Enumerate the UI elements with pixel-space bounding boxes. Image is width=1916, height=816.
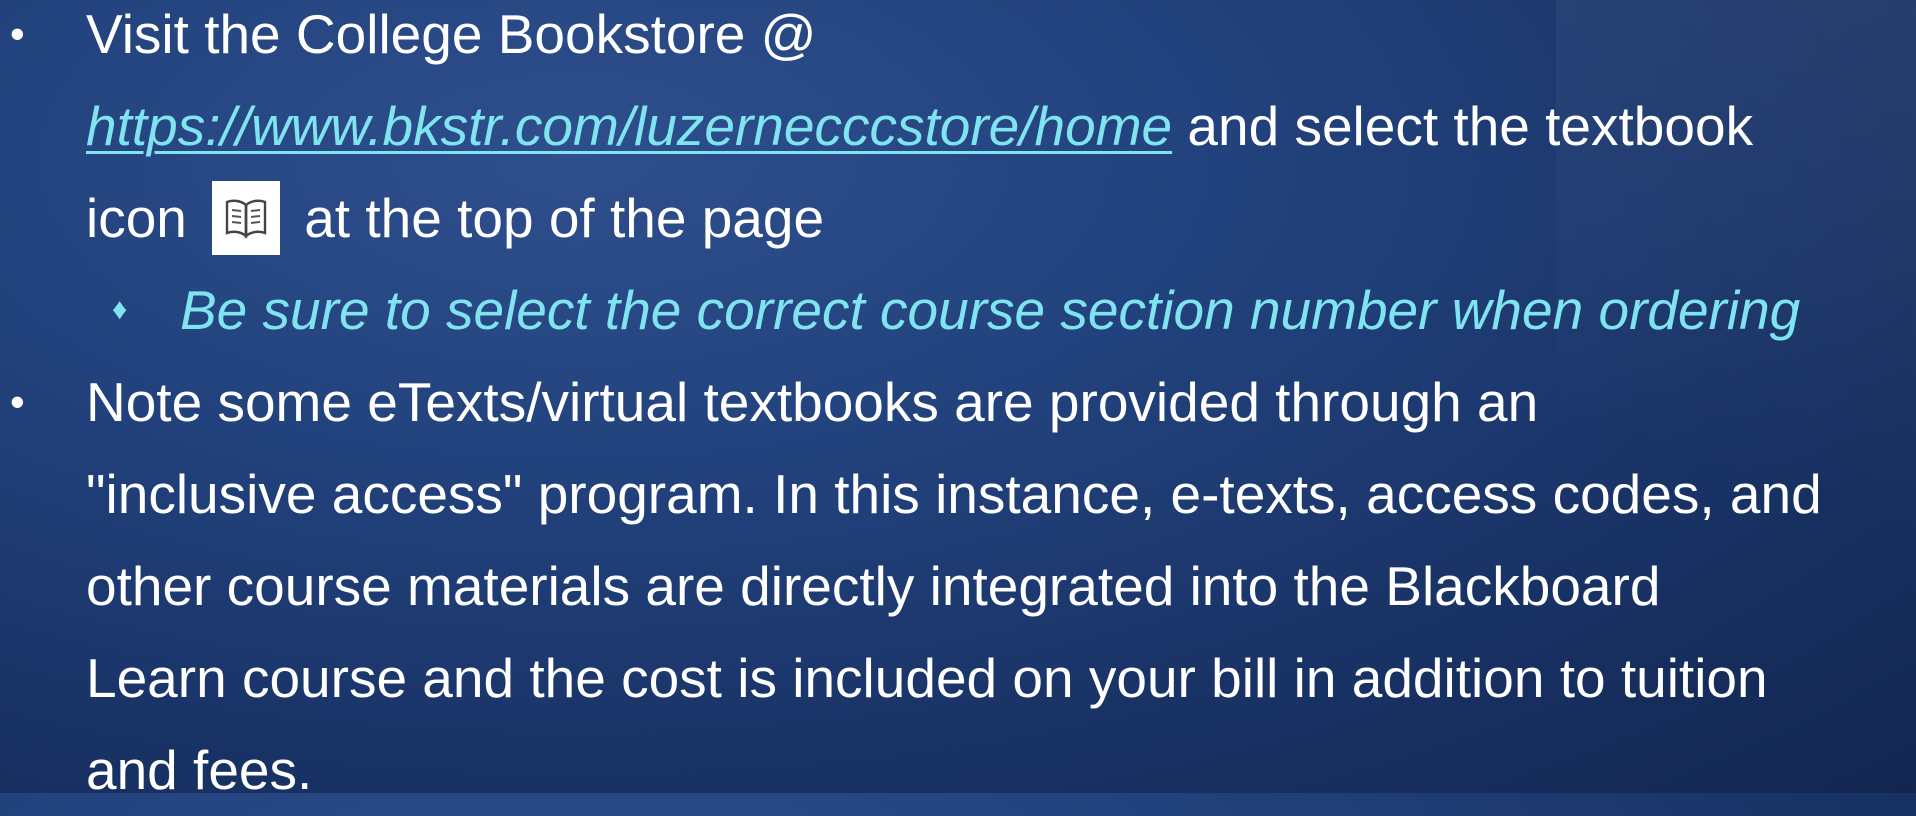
- bullet-1-text: Visit the College Bookstore @: [86, 3, 817, 65]
- diamond-bullet-icon: ♦: [112, 293, 128, 326]
- bullet-1-line-2-rest: and select the textbook: [1172, 95, 1754, 157]
- bullet-dot: •: [10, 10, 25, 57]
- bullet-2-line-3: other course materials are directly inte…: [0, 540, 1916, 632]
- bullet-2-line-1: • Note some eTexts/virtual textbooks are…: [0, 356, 1916, 448]
- bullet-2-text-line-1: Note some eTexts/virtual textbooks are p…: [86, 371, 1539, 433]
- bullet-1-line-3: icon at the top of the page: [0, 172, 1916, 264]
- bullet-1-line-3-text: icon at the top of the page: [86, 172, 824, 264]
- bullet-2-text-line-3: other course materials are directly inte…: [86, 555, 1661, 617]
- sub-bullet-line: ♦ Be sure to select the correct course s…: [0, 264, 1916, 356]
- icon-word: icon: [86, 187, 203, 249]
- bullet-2-line-5: and fees.: [0, 724, 1916, 816]
- bullet-2-text-line-4: Learn course and the cost is included on…: [86, 647, 1768, 709]
- bullet-2-text-line-2: "inclusive access" program. In this inst…: [86, 463, 1822, 525]
- bullet-2-line-4: Learn course and the cost is included on…: [0, 632, 1916, 724]
- bullet-2-text-line-5: and fees.: [86, 739, 313, 801]
- bullet-dot: •: [10, 378, 25, 425]
- textbook-icon: [212, 181, 281, 256]
- slide-content: • Visit the College Bookstore @ https://…: [0, 0, 1916, 816]
- bullet-2-line-2: "inclusive access" program. In this inst…: [0, 448, 1916, 540]
- icon-trailing-text: at the top of the page: [304, 187, 825, 249]
- sub-bullet-text: Be sure to select the correct course sec…: [180, 279, 1801, 341]
- bullet-1-line-1: • Visit the College Bookstore @: [0, 0, 1916, 80]
- bullet-1-line-2: https://www.bkstr.com/luzernecccstore/ho…: [0, 80, 1916, 172]
- bullet-1-line-2-text: https://www.bkstr.com/luzernecccstore/ho…: [86, 80, 1753, 172]
- bookstore-link[interactable]: https://www.bkstr.com/luzernecccstore/ho…: [86, 95, 1172, 157]
